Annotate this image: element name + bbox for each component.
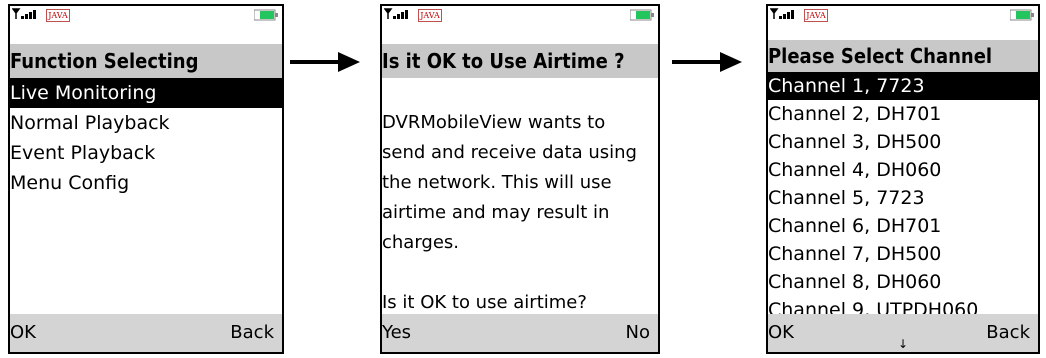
menu-item-event-playback[interactable]: Event Playback [10, 138, 282, 168]
menu-item-live-monitoring[interactable]: Live Monitoring [10, 78, 282, 108]
status-bar: JAVA [382, 6, 658, 44]
java-badge: JAVA [804, 9, 828, 22]
channel-item[interactable]: Channel 3, DH500 [768, 128, 1038, 156]
airtime-message: DVRMobileView wants to send and receive … [382, 78, 658, 318]
channel-item[interactable]: Channel 5, 7723 [768, 184, 1038, 212]
page-title: Please Select Channel [768, 40, 1038, 72]
battery-icon [630, 9, 654, 21]
signal-strength-icon [384, 8, 408, 19]
airtime-message-text: DVRMobileView wants to send and receive … [382, 112, 637, 253]
channel-item[interactable]: Channel 6, DH701 [768, 212, 1038, 240]
phone-screen-airtime-confirm: JAVA Is it OK to Use Airtime ? DVRMobile… [380, 4, 660, 354]
channel-item[interactable]: Channel 8, DH060 [768, 268, 1038, 296]
right-arrow-icon [672, 52, 742, 72]
scroll-down-icon: ↓ [897, 337, 909, 351]
back-softkey[interactable]: Back [230, 314, 274, 352]
channel-list: Channel 1, 7723 Channel 2, DH701 Channel… [768, 72, 1038, 324]
function-menu: Live Monitoring Normal Playback Event Pl… [10, 78, 282, 198]
phone-screen-select-channel: JAVA Please Select Channel Channel 1, 77… [766, 4, 1040, 354]
signal-strength-icon [12, 8, 36, 19]
ok-softkey[interactable]: OK [10, 314, 36, 352]
back-softkey[interactable]: Back [986, 314, 1030, 352]
softkey-bar: Yes No [382, 314, 658, 352]
no-softkey[interactable]: No [626, 314, 650, 352]
status-bar: JAVA [10, 6, 282, 44]
right-arrow-icon [290, 52, 360, 72]
channel-item[interactable]: Channel 2, DH701 [768, 100, 1038, 128]
ok-softkey[interactable]: OK [768, 314, 794, 352]
signal-strength-icon [770, 8, 794, 19]
java-badge: JAVA [418, 9, 442, 22]
menu-item-menu-config[interactable]: Menu Config [10, 168, 282, 198]
java-badge: JAVA [46, 9, 70, 22]
channel-item[interactable]: Channel 1, 7723 [768, 72, 1038, 100]
yes-softkey[interactable]: Yes [382, 314, 411, 352]
menu-item-normal-playback[interactable]: Normal Playback [10, 108, 282, 138]
page-title: Function Selecting [10, 44, 282, 78]
battery-icon [254, 9, 278, 21]
status-bar: JAVA [768, 6, 1038, 40]
phone-screen-function-selecting: JAVA Function Selecting Live Monitoring … [8, 4, 284, 354]
page-title: Is it OK to Use Airtime ? [382, 44, 658, 78]
channel-item[interactable]: Channel 4, DH060 [768, 156, 1038, 184]
softkey-bar: OK ↓ Back [768, 314, 1038, 352]
battery-icon [1010, 9, 1034, 21]
softkey-bar: OK Back [10, 314, 282, 352]
channel-item[interactable]: Channel 7, DH500 [768, 240, 1038, 268]
